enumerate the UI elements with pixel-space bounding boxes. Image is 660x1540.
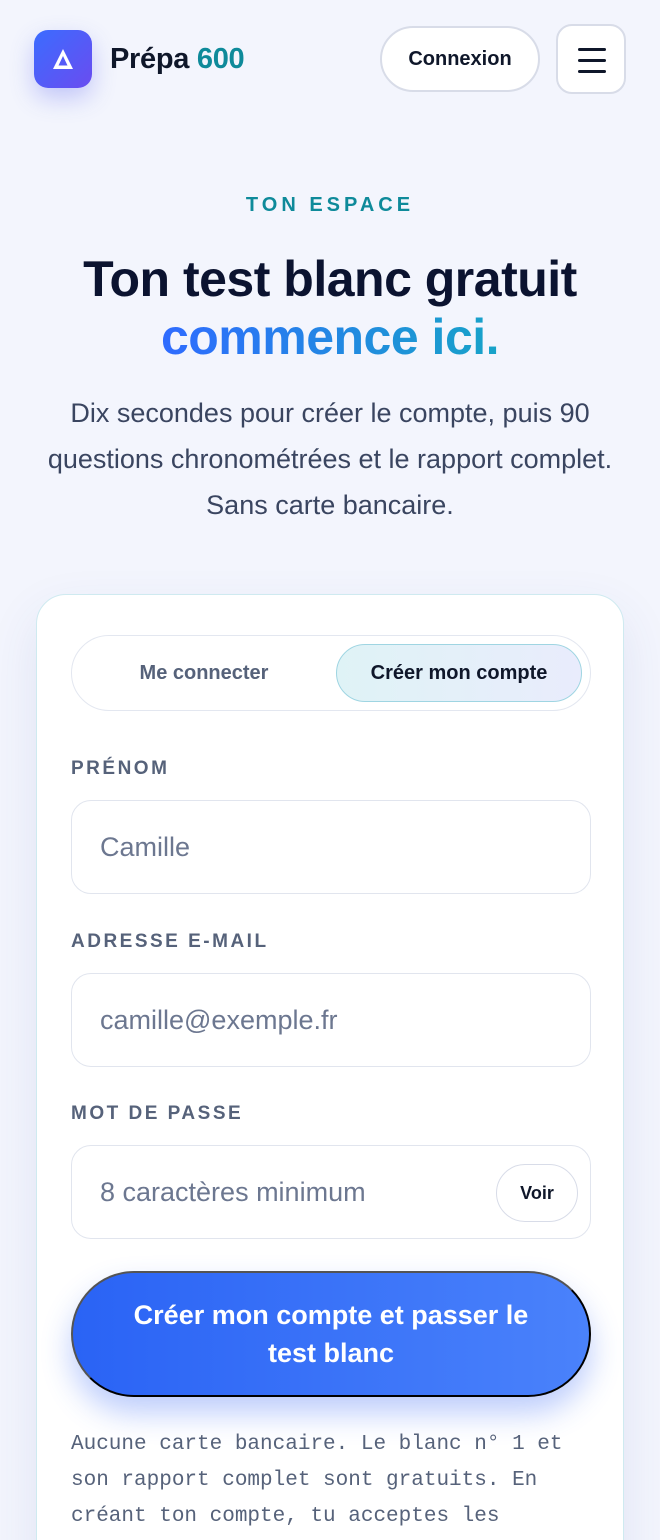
delta-logo-icon[interactable]	[34, 30, 92, 88]
password-label: MOT DE PASSE	[71, 1103, 244, 1124]
brand-name-text: Prépa	[110, 43, 190, 75]
brand-name-accent: 600	[196, 43, 245, 75]
first-name-input[interactable]	[100, 801, 480, 893]
password-field-wrap: Voir	[71, 1145, 591, 1239]
login-button[interactable]: Connexion	[380, 26, 540, 92]
signup-card: Me connecter Créer mon compte PRÉNOM ADR…	[36, 594, 624, 1540]
auth-mode-switch: Me connecter Créer mon compte	[71, 635, 591, 711]
terms-fineprint: Aucune carte bancaire. Le blanc n° 1 et …	[71, 1433, 563, 1528]
first-name-label: PRÉNOM	[71, 758, 170, 779]
email-field-wrap	[71, 973, 591, 1067]
site-header: Prépa 600 Connexion	[0, 0, 660, 120]
password-input[interactable]	[100, 1146, 480, 1238]
email-input[interactable]	[100, 974, 480, 1066]
tab-create-account[interactable]: Créer mon compte	[336, 644, 582, 702]
menu-button[interactable]	[556, 24, 626, 94]
page-title-accent: commence ici.	[0, 308, 660, 366]
page-title: Ton test blanc gratuit	[83, 251, 577, 307]
email-label: ADRESSE E-MAIL	[71, 931, 269, 952]
hero-lead: Dix secondes pour créer le compte, puis …	[47, 398, 613, 520]
show-password-button[interactable]: Voir	[496, 1164, 578, 1222]
first-name-field-wrap	[71, 800, 591, 894]
brand-name[interactable]: Prépa 600	[110, 40, 245, 78]
create-account-submit-button[interactable]: Créer mon compte et passer le test blanc	[71, 1271, 591, 1397]
page-title-accent-text: commence ici.	[160, 309, 500, 365]
delta-glyph-icon	[53, 49, 73, 69]
tab-login[interactable]: Me connecter	[80, 644, 328, 702]
section-eyebrow: TON ESPACE	[245, 194, 415, 216]
